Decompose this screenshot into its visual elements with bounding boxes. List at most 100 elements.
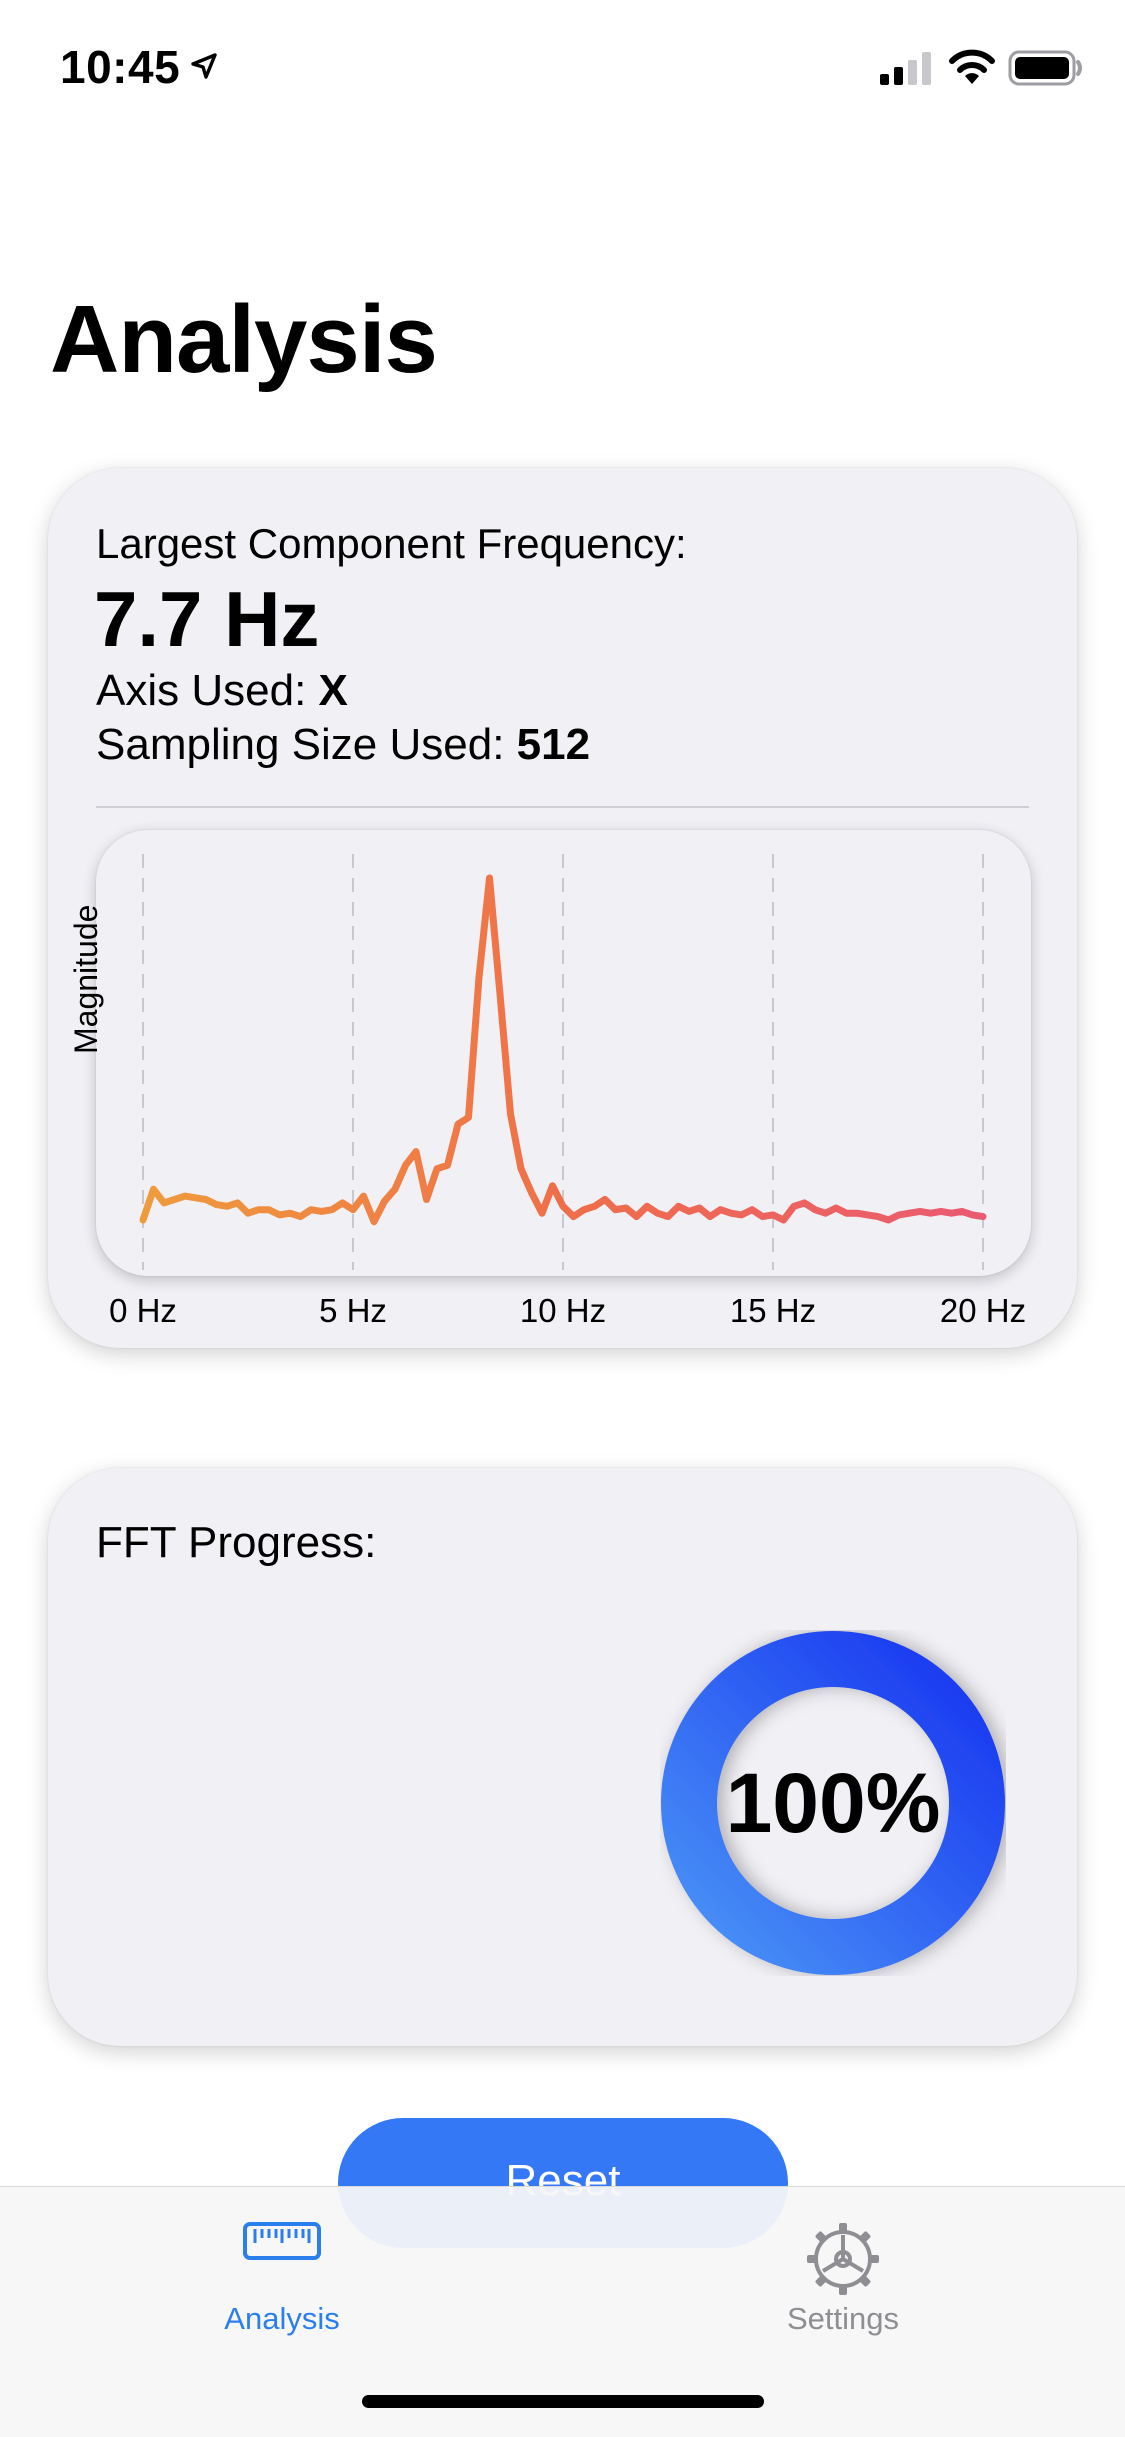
- data-point: [518, 1165, 525, 1172]
- status-time: 10:45: [60, 41, 181, 93]
- data-point: [906, 1210, 913, 1217]
- data-point: [654, 1210, 661, 1217]
- data-point: [843, 1210, 850, 1217]
- data-point: [938, 1208, 945, 1215]
- data-point: [591, 1203, 598, 1210]
- analysis-card: Largest Component Frequency: 7.7 Hz Axis…: [48, 468, 1077, 1348]
- data-point: [381, 1198, 388, 1205]
- data-point: [770, 1211, 777, 1218]
- sampling-size-row: Sampling Size Used: 512: [96, 720, 590, 770]
- tab-bar: Analysis Settings: [0, 2186, 1125, 2437]
- data-point: [885, 1217, 892, 1224]
- data-point: [287, 1210, 294, 1217]
- data-point: [633, 1213, 640, 1220]
- data-point: [434, 1165, 441, 1172]
- data-point: [182, 1193, 189, 1200]
- data-point: [465, 1114, 472, 1121]
- data-point: [707, 1213, 714, 1220]
- x-tick-label: 0 Hz: [109, 1292, 177, 1329]
- fft-progress-label: FFT Progress:: [96, 1518, 377, 1567]
- location-arrow-icon: [190, 52, 218, 85]
- data-point: [203, 1196, 210, 1203]
- x-tick-label: 10 Hz: [519, 1292, 607, 1329]
- data-point: [213, 1201, 220, 1208]
- data-point: [822, 1210, 829, 1217]
- data-point: [392, 1186, 399, 1193]
- data-point: [350, 1206, 357, 1213]
- sampling-size-label: Sampling Size Used:: [96, 720, 517, 769]
- data-point: [329, 1206, 336, 1213]
- data-point: [423, 1196, 430, 1203]
- data-point: [623, 1205, 630, 1212]
- data-point: [308, 1206, 315, 1213]
- data-point: [864, 1211, 871, 1218]
- data-point: [759, 1213, 766, 1220]
- tab-analysis-label: Analysis: [224, 2301, 340, 2336]
- data-point: [749, 1206, 756, 1213]
- sampling-size-value: 512: [516, 720, 591, 769]
- x-tick-label: 5 Hz: [319, 1292, 387, 1329]
- data-point: [297, 1213, 304, 1220]
- battery-icon: [1008, 50, 1084, 91]
- data-point: [339, 1199, 346, 1206]
- data-point: [161, 1199, 168, 1206]
- y-axis-label: Magnitude: [68, 904, 104, 1054]
- data-point: [486, 875, 493, 882]
- largest-frequency-value: 7.7 Hz: [94, 575, 320, 663]
- data-point: [696, 1205, 703, 1212]
- data-point: [927, 1210, 934, 1217]
- data-point: [833, 1205, 840, 1212]
- tab-settings[interactable]: Settings: [723, 2197, 963, 2347]
- data-point: [717, 1206, 724, 1213]
- data-point: [581, 1206, 588, 1213]
- data-point: [854, 1210, 861, 1217]
- data-point: [371, 1218, 378, 1225]
- data-point: [801, 1199, 808, 1206]
- data-point: [245, 1210, 252, 1217]
- data-point: [917, 1208, 924, 1215]
- data-point: [980, 1213, 987, 1220]
- data-point: [780, 1217, 787, 1224]
- data-point: [560, 1203, 567, 1210]
- data-point: [539, 1210, 546, 1217]
- data-point: [140, 1217, 147, 1224]
- data-point: [444, 1162, 451, 1169]
- data-point: [192, 1194, 199, 1201]
- data-point: [791, 1203, 798, 1210]
- tab-analysis[interactable]: Analysis: [162, 2197, 402, 2347]
- data-point: [276, 1211, 283, 1218]
- data-point: [959, 1208, 966, 1215]
- page-title: Analysis: [50, 286, 438, 393]
- progress-card: FFT Progress: 100%: [48, 1468, 1077, 2046]
- data-point: [602, 1196, 609, 1203]
- axis-used-value: X: [318, 666, 348, 715]
- data-point: [875, 1213, 882, 1220]
- data-point: [455, 1121, 462, 1128]
- data-point: [507, 1110, 514, 1117]
- data-point: [224, 1203, 231, 1210]
- x-tick-label: 15 Hz: [729, 1292, 817, 1329]
- data-point: [150, 1186, 157, 1193]
- status-bar: 10:45: [0, 0, 1125, 140]
- data-point: [549, 1182, 556, 1189]
- home-indicator: [362, 2395, 764, 2408]
- axis-used-row: Axis Used: X: [96, 666, 348, 716]
- largest-frequency-label: Largest Component Frequency:: [96, 520, 687, 567]
- data-point: [476, 974, 483, 981]
- fft-chart-svg: [139, 854, 987, 1270]
- data-point: [570, 1213, 577, 1220]
- axis-used-label: Axis Used:: [96, 666, 319, 715]
- data-point: [413, 1148, 420, 1155]
- gear-icon: [805, 2221, 881, 2302]
- data-point: [686, 1208, 693, 1215]
- data-point: [171, 1196, 178, 1203]
- x-tick-label: 20 Hz: [939, 1292, 1027, 1329]
- progress-percent: 100%: [725, 1755, 941, 1850]
- data-point: [318, 1208, 325, 1215]
- data-point: [675, 1203, 682, 1210]
- data-point: [812, 1206, 819, 1213]
- data-point: [612, 1206, 619, 1213]
- data-point: [728, 1210, 735, 1217]
- data-point: [896, 1211, 903, 1218]
- data-point: [948, 1210, 955, 1217]
